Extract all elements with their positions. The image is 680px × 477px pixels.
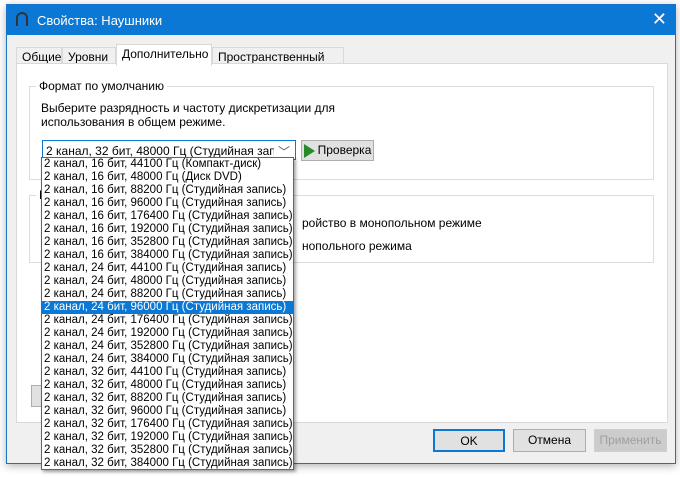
dropdown-option[interactable]: 2 канал, 16 бит, 88200 Гц (Студийная зап… xyxy=(42,184,293,197)
window-title: Свойства: Наушники xyxy=(37,13,163,28)
group-label: Формат по умолчанию xyxy=(36,79,167,93)
dropdown-option[interactable]: 2 канал, 16 бит, 44100 Гц (Компакт-диск) xyxy=(42,158,293,171)
dropdown-option[interactable]: 2 канал, 24 бит, 176400 Гц (Студийная за… xyxy=(42,314,293,327)
dropdown-option[interactable]: 2 канал, 32 бит, 176400 Гц (Студийная за… xyxy=(42,418,293,431)
test-button-label: Проверка xyxy=(317,143,372,157)
dropdown-option[interactable]: 2 канал, 24 бит, 192000 Гц (Студийная за… xyxy=(42,327,293,340)
dropdown-option[interactable]: 2 канал, 24 бит, 96000 Гц (Студийная зап… xyxy=(42,301,293,314)
dropdown-option[interactable]: 2 канал, 24 бит, 384000 Гц (Студийная за… xyxy=(42,353,293,366)
cancel-button[interactable]: Отмена xyxy=(513,429,586,452)
dropdown-option[interactable]: 2 канал, 32 бит, 352800 Гц (Студийная за… xyxy=(42,444,293,457)
headphones-icon xyxy=(16,12,28,26)
ok-button[interactable]: OK xyxy=(433,429,505,452)
play-icon xyxy=(303,143,315,158)
dropdown-option[interactable]: 2 канал, 32 бит, 88200 Гц (Студийная зап… xyxy=(42,392,293,405)
dropdown-option[interactable]: 2 канал, 16 бит, 384000 Гц (Студийная за… xyxy=(42,249,293,262)
exclusive-priority-option[interactable]: нопольного режима xyxy=(302,239,412,253)
dropdown-option[interactable]: 2 канал, 24 бит, 352800 Гц (Студийная за… xyxy=(42,340,293,353)
dropdown-option[interactable]: 2 канал, 32 бит, 384000 Гц (Студийная за… xyxy=(42,457,293,470)
dropdown-option[interactable]: 2 канал, 16 бит, 96000 Гц (Студийная зап… xyxy=(42,197,293,210)
dropdown-option[interactable]: 2 канал, 24 бит, 44100 Гц (Студийная зап… xyxy=(42,262,293,275)
description-2: использования в общем режиме. xyxy=(41,115,226,129)
dropdown-option[interactable]: 2 канал, 16 бит, 192000 Гц (Студийная за… xyxy=(42,223,293,236)
dropdown-option[interactable]: 2 канал, 24 бит, 48000 Гц (Студийная зап… xyxy=(42,275,293,288)
close-icon[interactable]: ✕ xyxy=(652,9,667,30)
tab-advanced[interactable]: Дополнительно xyxy=(116,44,212,66)
dropdown-option[interactable]: 2 канал, 32 бит, 44100 Гц (Студийная зап… xyxy=(42,366,293,379)
exclusive-allow-option[interactable]: ройство в монопольном режиме xyxy=(302,216,482,230)
description: Выберите разрядность и частоту дискретиз… xyxy=(41,101,336,115)
dropdown-option[interactable]: 2 канал, 24 бит, 88200 Гц (Студийная зап… xyxy=(42,288,293,301)
dropdown-option[interactable]: 2 канал, 16 бит, 48000 Гц (Диск DVD) xyxy=(42,171,293,184)
apply-button[interactable]: Применить xyxy=(594,429,667,452)
format-dropdown-list[interactable]: 2 канал, 16 бит, 44100 Гц (Компакт-диск)… xyxy=(41,157,294,470)
test-button[interactable]: Проверка xyxy=(301,140,374,161)
title-bar[interactable]: Свойства: Наушники ✕ xyxy=(7,5,675,35)
dropdown-option[interactable]: 2 канал, 32 бит, 96000 Гц (Студийная зап… xyxy=(42,405,293,418)
dropdown-option[interactable]: 2 канал, 32 бит, 48000 Гц (Студийная зап… xyxy=(42,379,293,392)
dropdown-option[interactable]: 2 канал, 32 бит, 192000 Гц (Студийная за… xyxy=(42,431,293,444)
dropdown-option[interactable]: 2 канал, 16 бит, 352800 Гц (Студийная за… xyxy=(42,236,293,249)
format-select-value: 2 канал, 32 бит, 48000 Гц (Студийная зап… xyxy=(46,144,274,158)
dropdown-option[interactable]: 2 канал, 16 бит, 176400 Гц (Студийная за… xyxy=(42,210,293,223)
